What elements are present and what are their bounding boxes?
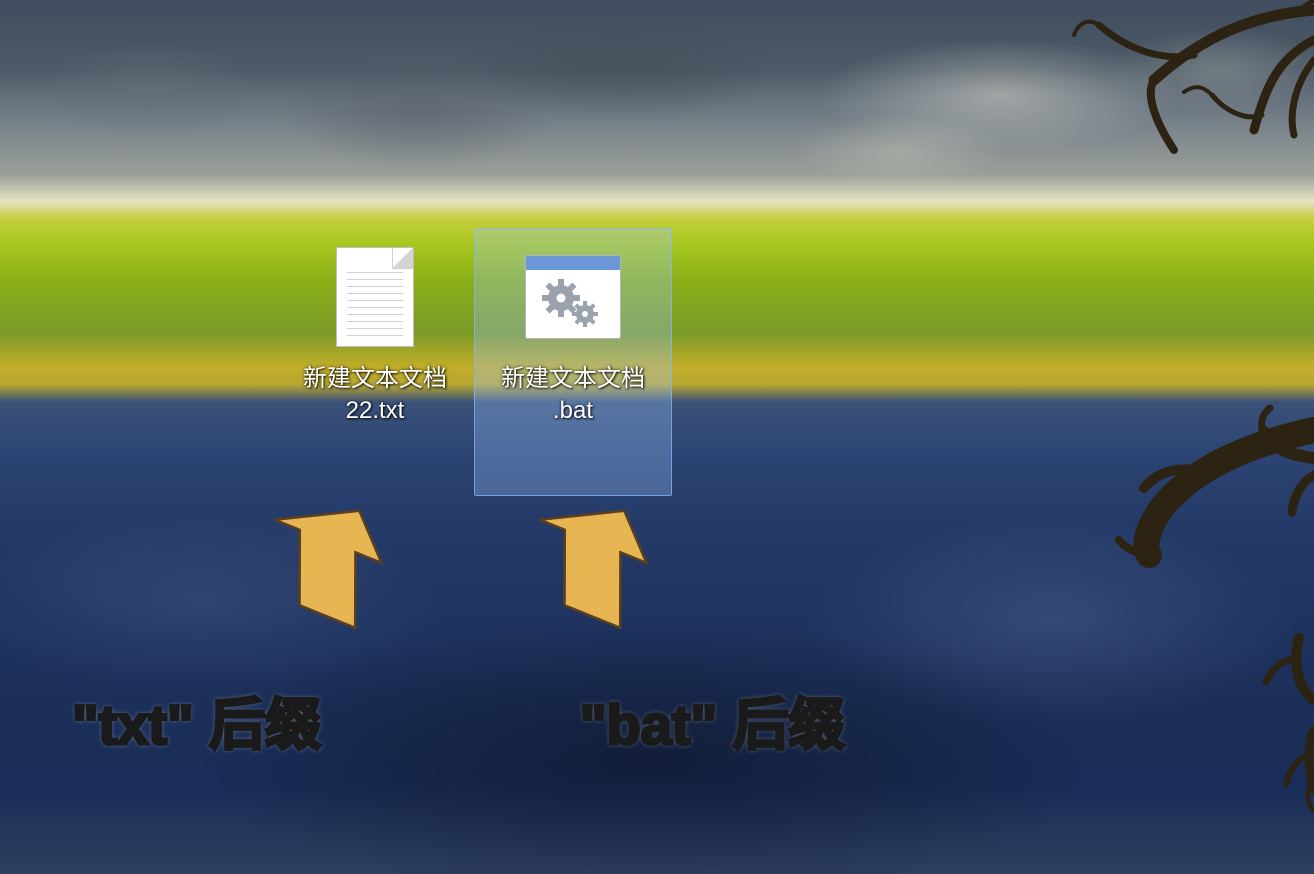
gears-icon [533, 276, 613, 332]
tree-branches [894, 0, 1314, 874]
icon-label-bat: 新建文本文档 .bat [478, 363, 668, 427]
desktop-icons-row: 新建文本文档 22.txt [276, 228, 672, 496]
bat-file-icon [525, 241, 621, 353]
txt-file-icon [327, 241, 423, 353]
desktop-wallpaper: 新建文本文档 22.txt [0, 0, 1314, 874]
sky-clouds [0, 0, 1314, 200]
annotation-right-outline: "bat" 后缀 "bat" 后缀 [580, 680, 845, 761]
annotation-left-outline: "txt" 后缀 "txt" 后缀 [72, 680, 321, 761]
icon-label-txt: 新建文本文档 22.txt [280, 363, 470, 427]
desktop-icon-txt[interactable]: 新建文本文档 22.txt [276, 228, 474, 496]
desktop-icon-bat[interactable]: 新建文本文档 .bat [474, 228, 672, 496]
arrow-right-icon [490, 490, 670, 670]
arrow-left-icon [225, 490, 405, 670]
